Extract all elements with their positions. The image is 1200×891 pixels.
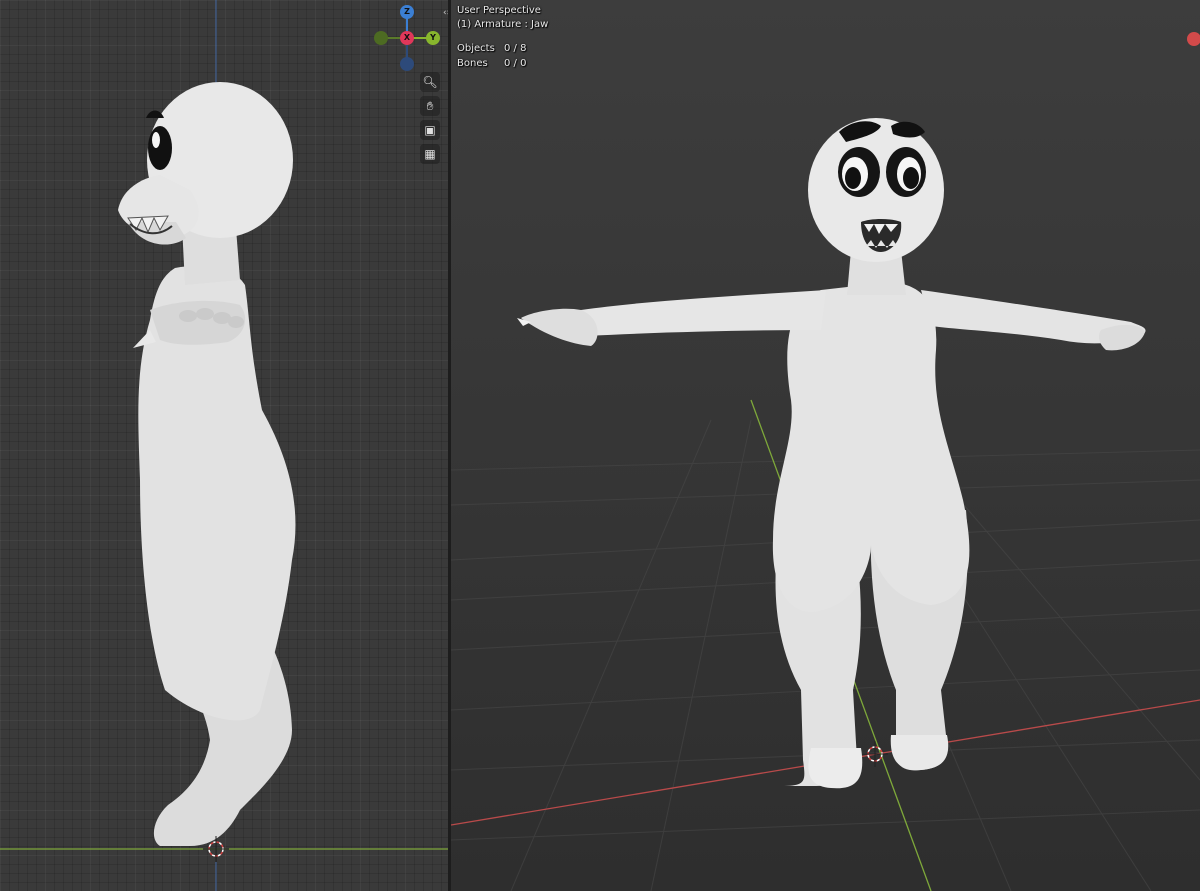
left-viewport[interactable]: Z X Y 🔍︎ ✋︎ ▣ ▦ ‹› [0, 0, 448, 891]
stat-objects-label: Objects [457, 43, 495, 54]
character-front-view [517, 118, 1146, 789]
gizmo-y-axis[interactable]: Y [426, 31, 440, 45]
camera-view-icon: ▣ [424, 123, 436, 137]
ortho-toggle-button[interactable]: ▦ [420, 144, 440, 164]
gizmo-x-axis[interactable]: X [400, 31, 414, 45]
zoom-icon: 🔍︎ [422, 75, 438, 89]
zoom-button[interactable]: 🔍︎ [420, 72, 440, 92]
ortho-grid-icon: ▦ [424, 147, 436, 161]
left-viewport-scene [0, 0, 448, 891]
character-side-view [118, 82, 296, 846]
stat-objects: Objects 0 / 8 [457, 43, 526, 54]
pan-hand-icon: ✋︎ [426, 99, 434, 113]
stat-bones-value: 0 / 0 [504, 58, 527, 69]
active-object-label: (1) Armature : Jaw [457, 19, 549, 30]
camera-view-button[interactable]: ▣ [420, 120, 440, 140]
view-name-label: User Perspective [457, 5, 541, 16]
gizmo-neg-z-axis[interactable] [400, 57, 414, 71]
stat-objects-value: 0 / 8 [504, 43, 527, 54]
stat-bones: Bones 0 / 0 [457, 58, 526, 69]
gizmo-x-axis-partial[interactable] [1187, 32, 1200, 46]
right-viewport[interactable] [451, 0, 1200, 891]
right-viewport-scene [451, 118, 1200, 891]
gizmo-neg-y-axis[interactable] [374, 31, 388, 45]
stat-bones-label: Bones [457, 58, 488, 69]
pan-button[interactable]: ✋︎ [420, 96, 440, 116]
gizmo-z-axis[interactable]: Z [400, 5, 414, 19]
